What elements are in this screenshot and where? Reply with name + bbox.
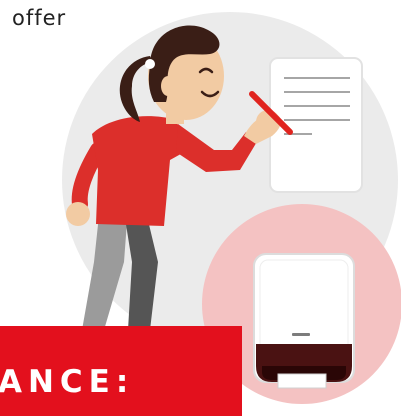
announcement-banner: ANCE: xyxy=(0,326,242,416)
banner-heading: ANCE: xyxy=(0,364,135,400)
mobile-device-icon xyxy=(253,253,355,389)
